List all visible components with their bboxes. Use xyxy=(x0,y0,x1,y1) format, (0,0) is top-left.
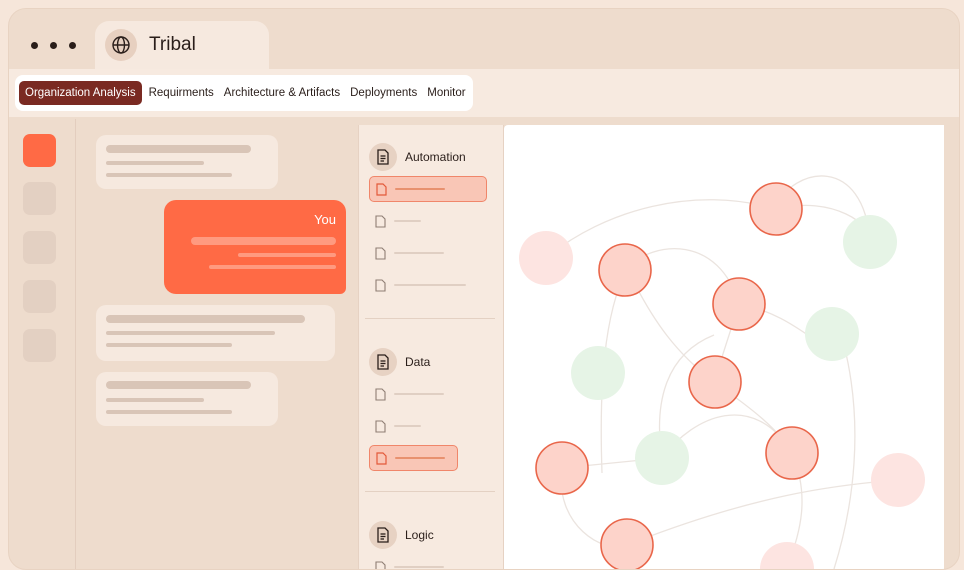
app-title: Tribal xyxy=(149,34,196,56)
assistant-message xyxy=(96,305,335,361)
graph-node-active[interactable] xyxy=(536,442,588,494)
sidebar-item-4[interactable] xyxy=(23,280,56,313)
user-label: You xyxy=(314,212,336,227)
sidebar-item-1[interactable] xyxy=(23,134,56,167)
chat-panel: You xyxy=(76,119,358,569)
graph-node[interactable] xyxy=(843,215,897,269)
graph-canvas[interactable] xyxy=(504,125,944,569)
document-icon xyxy=(369,521,397,549)
file-item[interactable] xyxy=(369,382,444,406)
file-icon xyxy=(375,247,386,260)
file-icon xyxy=(376,452,387,465)
file-item[interactable] xyxy=(369,209,421,233)
graph-node[interactable] xyxy=(871,453,925,507)
top-nav: Organization Analysis Requirments Archit… xyxy=(9,69,959,117)
section-automation[interactable]: Automation xyxy=(369,143,466,171)
globe-icon xyxy=(105,29,137,61)
tab-monitor[interactable]: Monitor xyxy=(424,81,468,105)
assistant-message xyxy=(96,372,278,426)
file-icon xyxy=(375,561,386,570)
tab-requirements[interactable]: Requirments xyxy=(146,81,217,105)
file-icon xyxy=(375,420,386,433)
graph-node-active[interactable] xyxy=(601,519,653,569)
file-item-active[interactable] xyxy=(369,445,458,471)
tab-deployments[interactable]: Deployments xyxy=(347,81,420,105)
graph-node-active[interactable] xyxy=(689,356,741,408)
document-icon xyxy=(369,143,397,171)
window-dots-icon[interactable] xyxy=(31,42,76,49)
tab-architecture-artifacts[interactable]: Architecture & Artifacts xyxy=(221,81,343,105)
graph-nodes xyxy=(519,183,925,569)
sidebar-rail xyxy=(9,119,76,569)
file-icon xyxy=(375,388,386,401)
section-logic[interactable]: Logic xyxy=(369,521,434,549)
sidebar-item-5[interactable] xyxy=(23,329,56,362)
graph-node[interactable] xyxy=(519,231,573,285)
section-data[interactable]: Data xyxy=(369,348,430,376)
file-item[interactable] xyxy=(369,555,444,570)
network-graph xyxy=(504,125,944,569)
app-window: Tribal Organization Analysis Requirments… xyxy=(8,8,960,570)
graph-node[interactable] xyxy=(760,542,814,569)
file-tree-panel: Automation Data xyxy=(358,125,504,569)
file-item-active[interactable] xyxy=(369,176,487,202)
document-icon xyxy=(369,348,397,376)
assistant-message xyxy=(96,135,278,189)
file-item[interactable] xyxy=(369,241,444,265)
graph-node[interactable] xyxy=(805,307,859,361)
app-tab[interactable]: Tribal xyxy=(95,21,269,71)
sidebar-item-2[interactable] xyxy=(23,182,56,215)
file-item[interactable] xyxy=(369,414,421,438)
sidebar-item-3[interactable] xyxy=(23,231,56,264)
graph-node-active[interactable] xyxy=(599,244,651,296)
user-message: You xyxy=(164,200,346,294)
graph-node-active[interactable] xyxy=(766,427,818,479)
graph-node-active[interactable] xyxy=(713,278,765,330)
file-icon xyxy=(376,183,387,196)
graph-node[interactable] xyxy=(571,346,625,400)
file-icon xyxy=(375,215,386,228)
nav-tab-group: Organization Analysis Requirments Archit… xyxy=(15,75,473,111)
file-item[interactable] xyxy=(369,273,466,297)
tab-organization-analysis[interactable]: Organization Analysis xyxy=(19,81,142,105)
file-icon xyxy=(375,279,386,292)
graph-node[interactable] xyxy=(635,431,689,485)
graph-node-active[interactable] xyxy=(750,183,802,235)
